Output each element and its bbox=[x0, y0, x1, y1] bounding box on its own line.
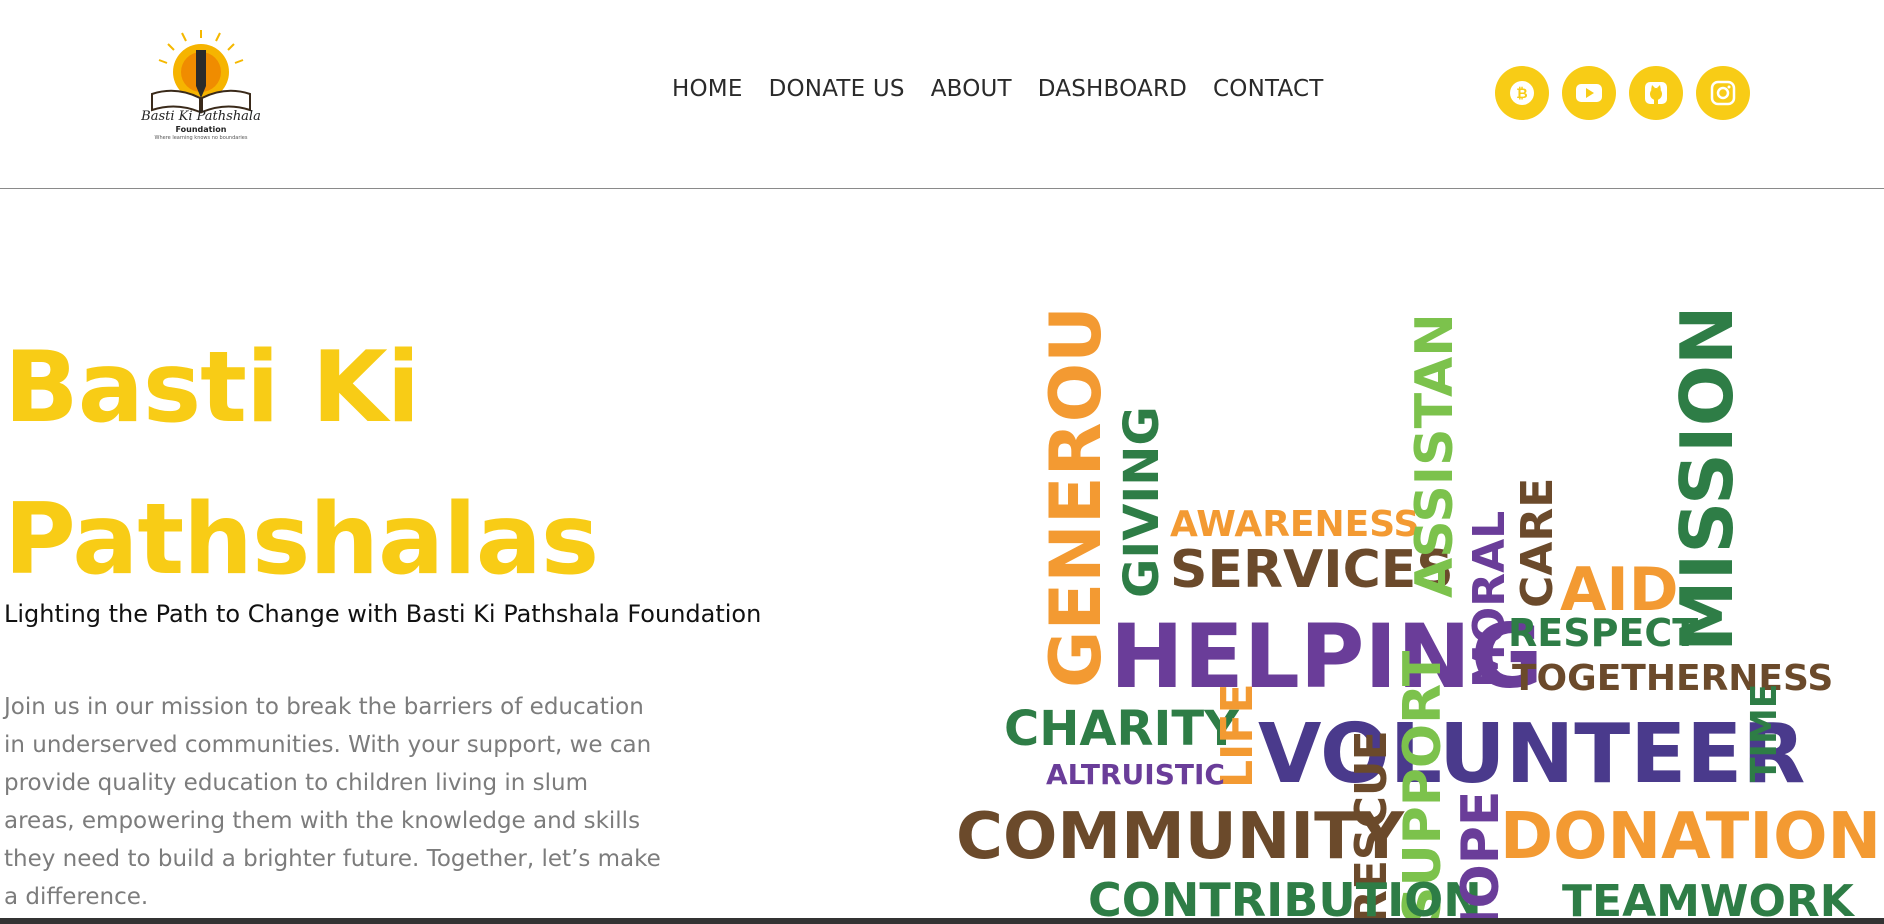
cloud-word-assistance: ASSISTANCE bbox=[1405, 312, 1465, 598]
instagram-icon bbox=[1710, 80, 1736, 106]
cloud-word-charity: CHARITY bbox=[1004, 701, 1240, 757]
cloud-word-contribution: CONTRIBUTION bbox=[1088, 873, 1482, 924]
logo-tagline: Where learning knows no boundaries bbox=[154, 135, 248, 141]
logo-title: Basti Ki Pathshala bbox=[141, 109, 261, 124]
hero-description: Join us in our mission to break the barr… bbox=[4, 694, 661, 910]
social-links: ₿ bbox=[1495, 66, 1750, 120]
github-icon bbox=[1645, 82, 1667, 104]
nav-donate-us[interactable]: DONATE US bbox=[769, 76, 905, 102]
hero-title-line2: Pathshalas bbox=[4, 483, 599, 597]
nav-about[interactable]: ABOUT bbox=[931, 76, 1012, 102]
youtube-link[interactable] bbox=[1562, 66, 1616, 120]
bitcoin-icon: ₿ bbox=[1510, 81, 1534, 105]
word-cloud-image: GENEROUS GIVING AWARENESS SERVICES ASSIS… bbox=[956, 312, 1884, 924]
instagram-link[interactable] bbox=[1696, 66, 1750, 120]
nav-dashboard[interactable]: DASHBOARD bbox=[1038, 76, 1187, 102]
svg-text:₿: ₿ bbox=[1516, 86, 1527, 102]
logo-subtitle: Foundation bbox=[175, 125, 227, 134]
foundation-logo[interactable]: Basti Ki Pathshala Foundation Where lear… bbox=[138, 30, 264, 146]
bottom-edge bbox=[0, 918, 1884, 924]
main-nav: HOME DONATE US ABOUT DASHBOARD CONTACT bbox=[672, 76, 1324, 102]
nav-contact[interactable]: CONTACT bbox=[1213, 76, 1323, 102]
cloud-word-time: TIME bbox=[1744, 684, 1785, 782]
cloud-word-altruistic: ALTRUISTIC bbox=[1046, 758, 1225, 791]
cloud-word-mission: MISSION bbox=[1665, 312, 1749, 652]
cloud-word-care: CARE bbox=[1512, 478, 1563, 608]
cloud-word-community: COMMUNITY bbox=[956, 800, 1405, 874]
cloud-word-giving: GIVING bbox=[1114, 406, 1170, 598]
cloud-word-donations: DONATIONS bbox=[1500, 800, 1884, 874]
youtube-icon bbox=[1576, 84, 1602, 102]
hero-subtitle: Lighting the Path to Change with Basti K… bbox=[4, 600, 762, 628]
hero-title-line1: Basti Ki bbox=[4, 331, 420, 445]
github-link[interactable] bbox=[1629, 66, 1683, 120]
bitcoin-link[interactable]: ₿ bbox=[1495, 66, 1549, 120]
cloud-word-hope: HOPE bbox=[1451, 791, 1511, 924]
cloud-word-awareness: AWARENESS bbox=[1170, 504, 1419, 545]
cloud-word-teamwork: TEAMWORK bbox=[1562, 876, 1856, 924]
cloud-word-helping: HELPING bbox=[1110, 605, 1543, 708]
site-header: Basti Ki Pathshala Foundation Where lear… bbox=[0, 0, 1884, 189]
cloud-word-volunteer: VOLUNTEER bbox=[1258, 707, 1805, 802]
cloud-word-togetherness: TOGETHERNESS bbox=[1512, 658, 1833, 699]
cloud-word-respect: RESPECT bbox=[1508, 611, 1698, 655]
nav-home[interactable]: HOME bbox=[672, 76, 743, 102]
cloud-word-generous: GENEROUS bbox=[1035, 312, 1117, 688]
hero-title: Basti Ki Pathshalas bbox=[4, 312, 599, 616]
